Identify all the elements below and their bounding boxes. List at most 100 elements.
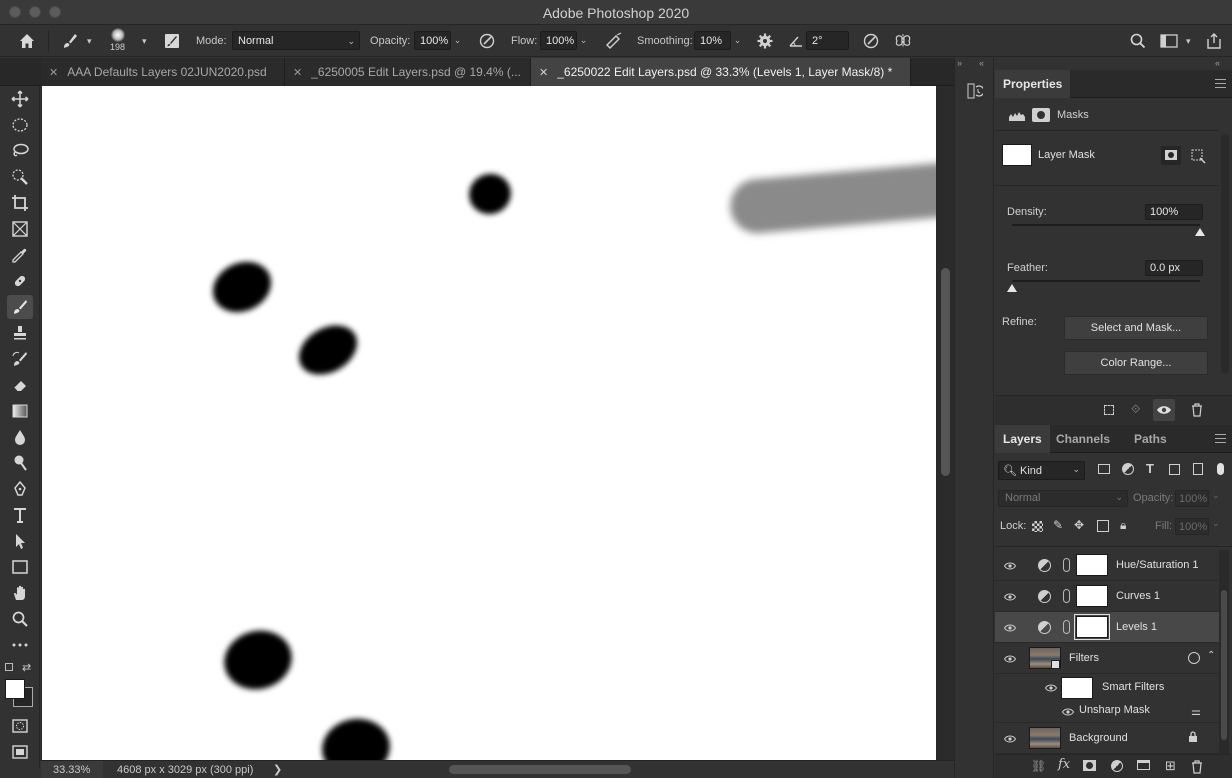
delete-layer-icon[interactable] <box>1191 760 1203 777</box>
type-tool-icon[interactable] <box>7 503 33 527</box>
eye-icon[interactable] <box>1062 706 1074 718</box>
airbrush-icon[interactable] <box>604 25 624 57</box>
disable-mask-button[interactable] <box>1153 399 1175 421</box>
default-colors-icon[interactable] <box>5 663 13 671</box>
blending-options-icon[interactable]: ⚌ <box>1191 705 1201 718</box>
layer-name[interactable]: Curves 1 <box>1116 590 1160 602</box>
new-layer-icon[interactable]: ⊞ <box>1165 758 1176 774</box>
filter-shape-layers-icon[interactable] <box>1169 464 1180 475</box>
lock-all-icon[interactable]: 🔒︎ <box>1120 518 1126 533</box>
layer-levels-1[interactable]: Levels 1 <box>995 612 1219 643</box>
eye-icon[interactable] <box>1004 560 1016 572</box>
trash-icon[interactable] <box>1191 403 1203 420</box>
flow-input[interactable]: 100% <box>540 31 577 50</box>
zoom-level[interactable]: 33.33% <box>41 761 103 778</box>
status-info-toggle[interactable]: ❯ <box>273 763 282 776</box>
close-tab-icon[interactable]: ✕ <box>539 66 548 79</box>
load-selection-icon[interactable] <box>1104 405 1114 415</box>
opacity-input[interactable]: 100% <box>414 31 451 50</box>
chain-link-icon[interactable] <box>1063 558 1070 572</box>
layer-name[interactable]: Levels 1 <box>1116 621 1157 633</box>
apply-mask-icon[interactable]: ⟐ <box>1131 402 1140 417</box>
layer-name[interactable]: Unsharp Mask <box>1079 704 1150 716</box>
path-selection-tool-icon[interactable] <box>7 529 33 553</box>
unsharp-mask-row[interactable]: Unsharp Mask ⚌ <box>995 701 1219 723</box>
symmetry-icon[interactable] <box>894 25 912 57</box>
close-tab-icon[interactable]: ✕ <box>49 66 58 79</box>
blur-tool-icon[interactable] <box>7 425 33 449</box>
layer-thumbnail[interactable] <box>1029 727 1061 749</box>
collapse-right-panels-icon[interactable]: « <box>1215 58 1220 68</box>
swap-colors-icon[interactable]: ⇄ <box>22 661 31 674</box>
tab-6250022-edit-layers[interactable]: ✕ _6250022 Edit Layers.psd @ 33.3% (Leve… <box>531 58 911 86</box>
feather-slider-knob[interactable] <box>1007 284 1017 292</box>
tab-aaa-defaults-layers[interactable]: ✕ AAA Defaults Layers 02JUN2020.psd <box>41 58 285 86</box>
vector-mask-icon[interactable] <box>1190 148 1206 167</box>
brush-size-dropdown[interactable]: ▾ <box>142 25 147 57</box>
quick-mask-icon[interactable] <box>7 714 33 738</box>
layer-mask-thumbnail[interactable] <box>1074 614 1110 640</box>
search-icon[interactable] <box>1130 25 1146 57</box>
smart-filters-row[interactable]: Smart Filters <box>995 674 1219 701</box>
brush-angle-input[interactable]: 2° <box>806 31 849 50</box>
lock-position-icon[interactable]: ✥ <box>1074 518 1084 532</box>
rectangle-tool-icon[interactable] <box>7 555 33 579</box>
lock-transparent-pixels-icon[interactable] <box>1032 521 1043 532</box>
density-slider-knob[interactable] <box>1195 228 1205 236</box>
lock-artboard-icon[interactable] <box>1097 520 1109 532</box>
share-icon[interactable] <box>1206 25 1222 57</box>
filter-type-layers-icon[interactable]: T <box>1146 461 1154 476</box>
brush-preset-dropdown[interactable]: ▾ <box>87 25 92 57</box>
new-group-folder-icon[interactable] <box>1137 760 1150 770</box>
layer-hue-saturation-1[interactable]: Hue/Saturation 1 <box>995 550 1219 581</box>
opacity-dropdown[interactable]: ⌄ <box>1212 490 1220 501</box>
frame-tool-icon[interactable] <box>7 217 33 241</box>
zoom-tool-icon[interactable] <box>7 607 33 631</box>
layer-style-fx-icon[interactable]: fx <box>1058 757 1070 772</box>
clone-stamp-tool-icon[interactable] <box>7 321 33 345</box>
hand-tool-icon[interactable] <box>7 581 33 605</box>
document-canvas[interactable] <box>42 86 936 760</box>
filter-toggle-icon[interactable] <box>1217 463 1224 475</box>
eye-icon[interactable] <box>1004 733 1016 745</box>
smoothing-input[interactable]: 10% <box>694 31 731 50</box>
filter-kind-select[interactable]: 🔍︎ Kind ⌄ <box>998 461 1085 480</box>
layer-opacity-input[interactable]: 100% <box>1175 490 1209 507</box>
eye-icon[interactable] <box>1004 591 1016 603</box>
layer-mask-thumbnail[interactable] <box>1076 585 1108 607</box>
history-brush-tool-icon[interactable] <box>7 347 33 371</box>
collapse-effects-icon[interactable]: ⌃ <box>1207 650 1215 661</box>
color-range-button[interactable]: Color Range... <box>1064 351 1208 375</box>
marquee-tool-icon[interactable] <box>7 113 33 137</box>
healing-brush-tool-icon[interactable] <box>7 269 33 293</box>
collapse-panels-icon[interactable]: « <box>979 58 984 68</box>
add-mask-icon[interactable] <box>1083 760 1096 771</box>
brush-tool-icon[interactable] <box>7 295 33 319</box>
link-layers-icon[interactable]: ⛓ <box>1031 759 1046 773</box>
panel-menu-icon[interactable] <box>1215 79 1226 88</box>
feather-input[interactable]: 0.0 px <box>1145 260 1203 276</box>
quick-selection-tool-icon[interactable] <box>7 165 33 189</box>
pressure-size-icon[interactable] <box>862 25 880 57</box>
gradient-tool-icon[interactable] <box>7 399 33 423</box>
home-icon[interactable] <box>18 25 36 57</box>
smart-filter-mask-thumbnail[interactable] <box>1061 677 1093 699</box>
chain-link-icon[interactable] <box>1063 620 1070 634</box>
chain-link-icon[interactable] <box>1063 589 1070 603</box>
filter-smart-objects-icon[interactable] <box>1193 463 1203 475</box>
close-tab-icon[interactable]: ✕ <box>293 66 302 79</box>
brush-size-picker[interactable]: 198 <box>110 25 125 57</box>
pixel-mask-button[interactable] <box>1161 146 1181 165</box>
more-tools-icon[interactable] <box>7 633 33 657</box>
mode-select[interactable]: Normal ⌄ <box>232 31 360 50</box>
select-and-mask-button[interactable]: Select and Mask... <box>1064 316 1208 340</box>
layer-name[interactable]: Hue/Saturation 1 <box>1116 559 1199 571</box>
brush-tool-preset-icon[interactable] <box>60 25 80 57</box>
pen-tool-icon[interactable] <box>7 477 33 501</box>
tab-layers[interactable]: Layers <box>995 425 1050 453</box>
properties-scrollbar[interactable] <box>1221 134 1229 374</box>
eye-icon[interactable] <box>1004 622 1016 634</box>
lasso-tool-icon[interactable] <box>7 139 33 163</box>
crop-tool-icon[interactable] <box>7 191 33 215</box>
fill-dropdown[interactable]: ⌄ <box>1212 518 1220 529</box>
